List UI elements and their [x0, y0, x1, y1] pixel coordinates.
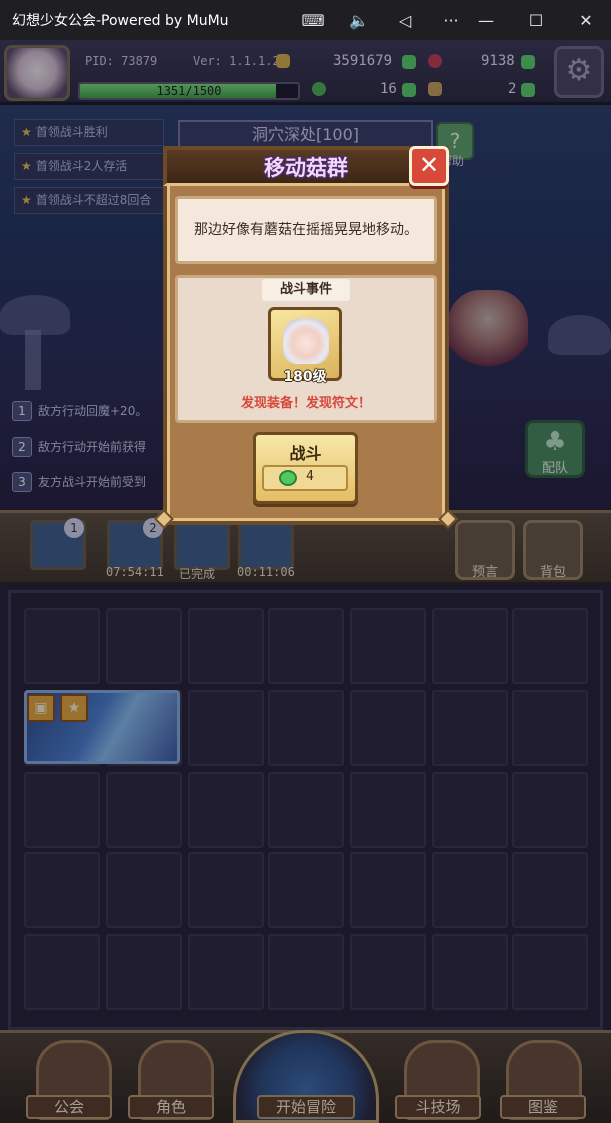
- modal-title: 移动菇群: [264, 156, 348, 180]
- enemy-level: 180级: [283, 369, 327, 385]
- event-title: 战斗事件: [262, 279, 350, 301]
- keyboard-icon[interactable]: ⌨: [290, 11, 336, 30]
- discover-text: 发现装备！发现符文！: [240, 396, 371, 411]
- window-controls: — ☐ ✕: [461, 0, 611, 40]
- clover-icon: [279, 470, 297, 486]
- maximize-icon[interactable]: ☐: [511, 11, 561, 30]
- minimize-icon[interactable]: —: [461, 11, 511, 30]
- window-title: 幻想少女公会-Powered by MuMu: [12, 13, 229, 29]
- back-icon[interactable]: ◁: [382, 11, 428, 30]
- fight-cost-box: [262, 465, 348, 491]
- enemy-face: [283, 318, 329, 364]
- fight-label: 战斗: [289, 444, 322, 463]
- volume-icon[interactable]: 🔈: [336, 11, 382, 30]
- game-window: 幻想少女公会-Powered by MuMu ⌨ 🔈 ◁ ··· — ☐ ✕ P…: [0, 0, 611, 1123]
- close-button[interactable]: ✕: [409, 146, 449, 186]
- fight-cost: 4: [306, 469, 314, 484]
- window-titlebar: 幻想少女公会-Powered by MuMu ⌨ 🔈 ◁ ··· — ☐ ✕: [0, 0, 611, 40]
- close-icon[interactable]: ✕: [561, 11, 611, 30]
- emulator-toolbar: ⌨ 🔈 ◁ ···: [290, 0, 474, 40]
- event-description: 那边好像有蘑菇在摇摇晃晃地移动。: [175, 196, 437, 264]
